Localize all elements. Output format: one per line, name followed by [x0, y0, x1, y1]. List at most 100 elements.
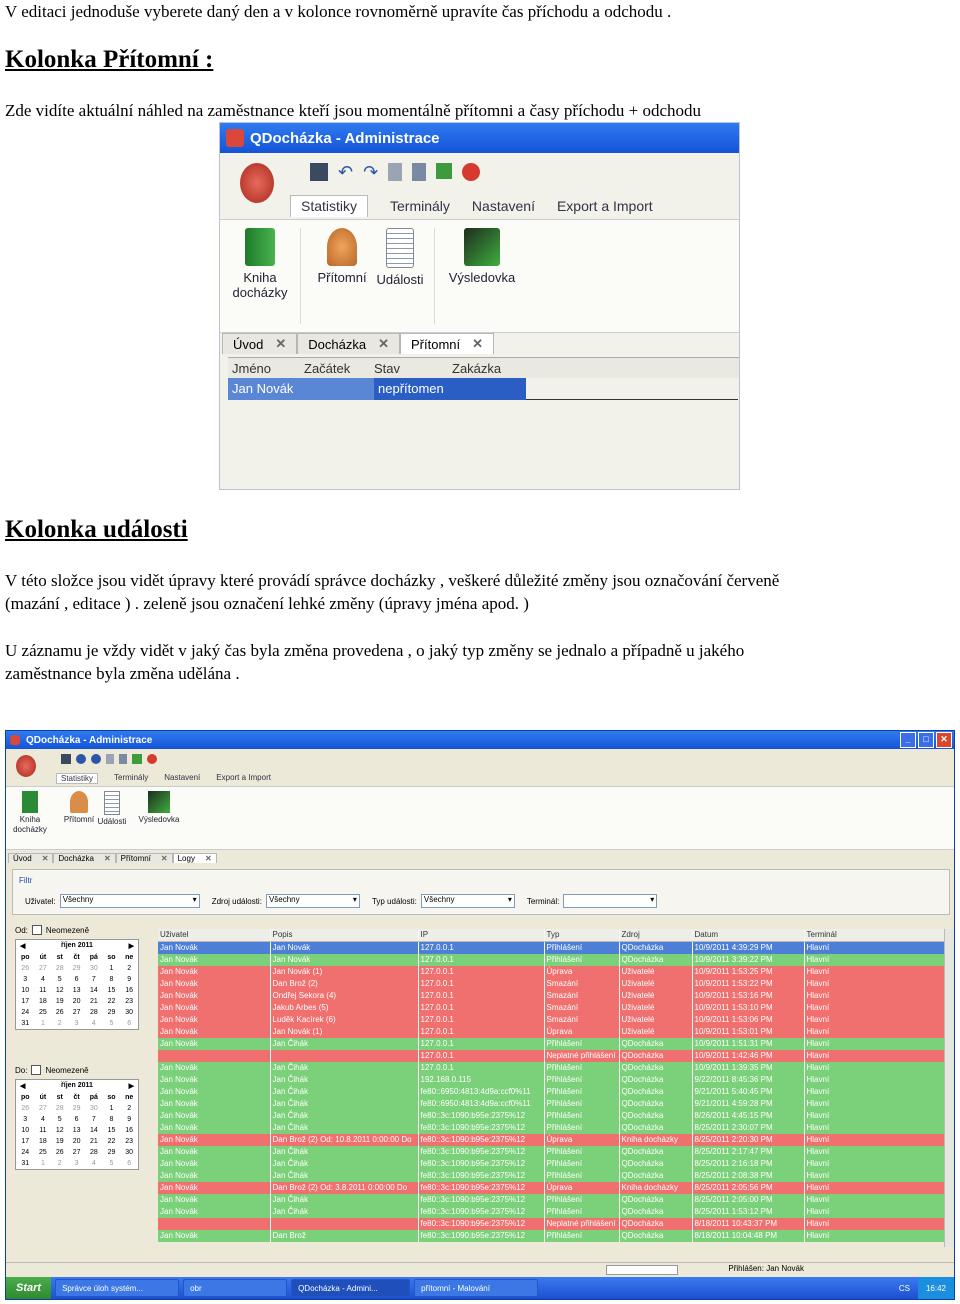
calendar-day[interactable]: 21 [85, 1136, 103, 1147]
calendar-day[interactable]: 23 [120, 1136, 138, 1147]
calendar-to[interactable]: ◀ říjen 2011 ▶ po út st čt pá so ne 26 27 28 29 30 1 2 3… [15, 1079, 139, 1170]
calendar-day[interactable]: 6 [68, 1114, 85, 1125]
chevron-left-icon[interactable]: ◀ [20, 942, 25, 950]
document-icon[interactable] [106, 754, 114, 764]
table-row[interactable]: Jan Novák Jan Čihák fe80::6950:4813:4d9a:c… [158, 1086, 945, 1098]
save-icon[interactable] [61, 754, 71, 764]
calendar-day[interactable]: 27 [68, 1007, 85, 1018]
chevron-left-icon[interactable]: ◀ [20, 1082, 25, 1090]
calendar-day[interactable]: 8 [103, 1114, 121, 1125]
doc-tab-pritomni[interactable]: Přítomní ✕ [115, 853, 173, 863]
doc-tab-uvod[interactable]: Úvod ✕ [8, 853, 54, 863]
undo-icon[interactable]: ↶ [338, 163, 353, 181]
calendar-day[interactable]: 18 [34, 996, 51, 1007]
calendar-day[interactable]: 4 [34, 1114, 51, 1125]
calendar-day[interactable]: 26 [16, 963, 34, 974]
save-icon[interactable] [310, 163, 328, 181]
calendar-day[interactable]: 31 [16, 1018, 34, 1029]
calendar-day[interactable]: 30 [85, 1103, 103, 1114]
calendar-day[interactable]: 28 [85, 1147, 103, 1158]
calendar-day[interactable]: 15 [103, 985, 121, 996]
calendar-day[interactable]: 19 [51, 1136, 68, 1147]
app-menu-icon[interactable] [16, 755, 36, 777]
tab-terminaly[interactable]: Terminály [114, 773, 148, 784]
calendar-day[interactable]: 14 [85, 985, 103, 996]
column-header[interactable]: Stav [374, 361, 452, 376]
calendar-day[interactable]: 4 [85, 1158, 103, 1169]
table-row[interactable]: 127.0.0.1 Neplatné přihlášení QDocházka 10/… [158, 1050, 945, 1062]
calendar-day[interactable]: 6 [120, 1158, 138, 1169]
source-filter-select[interactable]: Všechny ▾ [265, 894, 360, 908]
calendar-day[interactable]: 11 [34, 985, 51, 996]
taskbar-item[interactable]: QDocházka - Admini... [291, 1279, 411, 1297]
kniha-dochazky-button[interactable]: Kniha docházky [12, 791, 48, 835]
calendar-day[interactable]: 10 [16, 1125, 34, 1136]
column-header[interactable]: Terminál [804, 929, 945, 942]
table-row[interactable]: Jan Novák Jan Novák 127.0.0.1 Přihlášení QDo… [158, 941, 945, 954]
table-scrollbar[interactable] [944, 929, 954, 1247]
document-icon[interactable] [388, 163, 403, 181]
close-icon[interactable]: ✕ [275, 336, 286, 352]
tab-nastaveni[interactable]: Nastavení [164, 773, 200, 784]
start-button[interactable]: Start [6, 1277, 52, 1299]
print-icon[interactable] [119, 754, 127, 764]
app-menu-icon[interactable] [240, 163, 274, 203]
calendar-day[interactable]: 29 [103, 1147, 121, 1158]
calendar-day[interactable]: 13 [68, 985, 85, 996]
calendar-day[interactable]: 27 [34, 963, 51, 974]
print-icon[interactable] [412, 163, 427, 181]
calendar-day[interactable]: 5 [51, 974, 68, 985]
close-icon[interactable]: ✕ [205, 854, 212, 863]
unlimited-checkbox[interactable] [31, 925, 42, 935]
table-row[interactable]: Jan Novák Ondřej Sekora (4) 127.0.0.1 Smazá… [158, 990, 945, 1002]
calendar-day[interactable]: 4 [34, 974, 51, 985]
table-row[interactable]: Jan Novák Jakub Arbes (5) 127.0.0.1 Smazání… [158, 1002, 945, 1014]
calendar-day[interactable]: 29 [68, 1103, 85, 1114]
undo-icon[interactable] [76, 754, 86, 764]
maximize-icon[interactable]: □ [918, 732, 934, 748]
taskbar-item[interactable]: přítomní - Malování [414, 1279, 539, 1297]
taskbar-item[interactable]: obr [183, 1279, 288, 1297]
calendar-day[interactable]: 22 [103, 1136, 121, 1147]
table-row[interactable]: Jan Novák Luděk Kacírek (6) 127.0.0.1 Smazá… [158, 1014, 945, 1026]
table-row[interactable]: Jan Novák Jan Novák 127.0.0.1 Přihlášení QDo… [158, 954, 945, 966]
calendar-day[interactable]: 20 [68, 996, 85, 1007]
calendar-day[interactable]: 28 [85, 1007, 103, 1018]
calendar-day[interactable]: 6 [68, 974, 85, 985]
calendar-day[interactable]: 7 [85, 1114, 103, 1125]
calendar-day[interactable]: 26 [51, 1007, 68, 1018]
table-row[interactable]: Jan Novák Jan Čihák fe80::3c:1090:b95e:237… [158, 1158, 945, 1170]
calendar-day[interactable]: 18 [34, 1136, 51, 1147]
calendar-day[interactable]: 2 [120, 1103, 138, 1114]
calendar-day[interactable]: 3 [16, 974, 34, 985]
calendar-day[interactable]: 27 [68, 1147, 85, 1158]
calendar-day[interactable]: 14 [85, 1125, 103, 1136]
calendar-day[interactable]: 21 [85, 996, 103, 1007]
calendar-day[interactable]: 3 [68, 1158, 85, 1169]
calendar-day[interactable]: 12 [51, 985, 68, 996]
calendar-day[interactable]: 28 [51, 1103, 68, 1114]
vysledovka-button[interactable]: Výsledovka [136, 791, 182, 824]
calendar-day[interactable]: 30 [120, 1007, 138, 1018]
kniha-dochazky-button[interactable]: Kniha docházky [230, 228, 290, 300]
calendar-day[interactable]: 16 [120, 985, 138, 996]
table-row[interactable]: Jan Novák Jan Čihák fe80::3c:1090:b95e:237… [158, 1122, 945, 1134]
table-row[interactable]: Jan Novák Dan Brož (2) 127.0.0.1 Smazání Uži… [158, 978, 945, 990]
close-icon[interactable]: ✕ [104, 854, 111, 863]
pritomni-button[interactable]: Přítomní [61, 791, 97, 824]
vysledovka-button[interactable]: Výsledovka [442, 228, 522, 285]
calendar-day[interactable]: 3 [16, 1114, 34, 1125]
calendar-day[interactable]: 31 [16, 1158, 34, 1169]
table-row[interactable]: fe80::3c:1090:b95e:2375%12 Neplatné přihl… [158, 1218, 945, 1230]
calendar-day[interactable]: 5 [103, 1158, 121, 1169]
calendar-day[interactable]: 8 [103, 974, 121, 985]
calendar-day[interactable]: 4 [85, 1018, 103, 1029]
calendar-day[interactable]: 30 [120, 1147, 138, 1158]
calendar-day[interactable]: 3 [68, 1018, 85, 1029]
doc-tab-dochazka[interactable]: Docházka ✕ [53, 853, 116, 863]
doc-tab-uvod[interactable]: Úvod ✕ [222, 333, 298, 354]
column-header[interactable]: Uživatel [158, 929, 271, 942]
calendar-day[interactable]: 19 [51, 996, 68, 1007]
redo-icon[interactable] [91, 754, 101, 764]
calendar-day[interactable]: 16 [120, 1125, 138, 1136]
